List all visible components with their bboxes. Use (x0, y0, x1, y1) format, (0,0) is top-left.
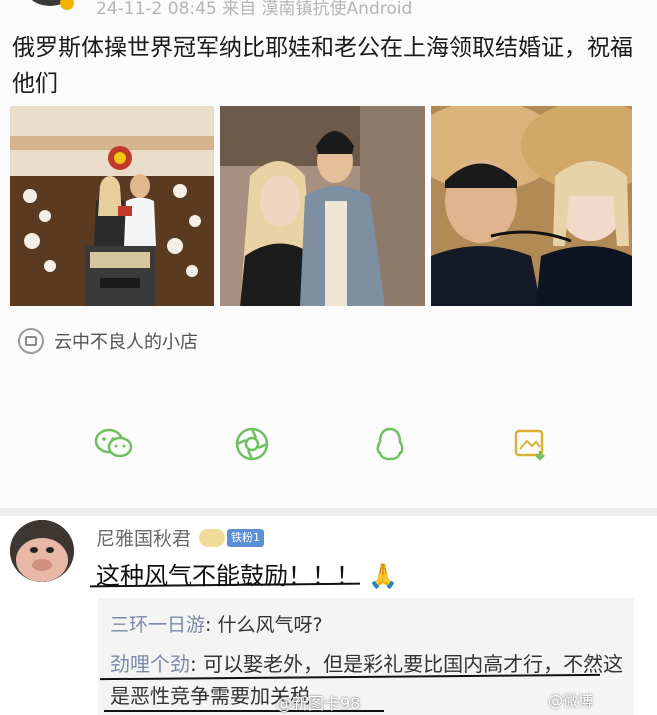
shop-label: 云中不良人的小店 (54, 332, 198, 353)
reply-author[interactable]: 劲哩个劲 (110, 652, 190, 676)
reply-item: 三环一日游: 什么风气呀? (110, 614, 323, 636)
verified-badge-icon (60, 0, 74, 10)
commenter-name[interactable]: 尼雅国秋君 (96, 524, 191, 551)
reply-author[interactable]: 三环一日游 (110, 614, 205, 636)
watermark: @新图卡98 (276, 694, 361, 713)
photo-couple-straw-hats[interactable] (431, 106, 632, 306)
shop-link[interactable]: 云中不良人的小店 (18, 328, 198, 354)
fan-level-badge: 铁粉1 (227, 528, 265, 547)
reply-text: 什么风气呀? (217, 614, 323, 636)
photo-grid (10, 106, 632, 306)
shop-icon (18, 328, 44, 354)
photo-registry-office[interactable] (10, 106, 214, 306)
pray-emoji-icon: 🙏 (368, 562, 398, 590)
share-bar (0, 414, 657, 474)
fan-emoji-icon (199, 528, 226, 547)
qq-icon[interactable] (360, 414, 420, 474)
post-card: 24-11-2 08:45 来自 漠南镇抗使Android 俄罗斯体操世界冠军纳… (0, 0, 657, 508)
wechat-icon[interactable] (84, 414, 144, 474)
save-image-icon[interactable] (500, 414, 560, 474)
photo-couple-indoor[interactable] (220, 106, 425, 306)
watermark-weibo: @微博 (548, 692, 594, 710)
section-divider (0, 508, 657, 516)
commenter-name-row: 尼雅国秋君 铁粉1 (96, 524, 265, 551)
commenter-avatar[interactable] (10, 520, 74, 582)
post-meta: 24-11-2 08:45 来自 漠南镇抗使Android (96, 0, 413, 19)
post-text: 俄罗斯体操世界冠军纳比耶娃和老公在上海领取结婚证，祝福他们 (12, 35, 633, 97)
moments-icon[interactable] (222, 414, 282, 474)
